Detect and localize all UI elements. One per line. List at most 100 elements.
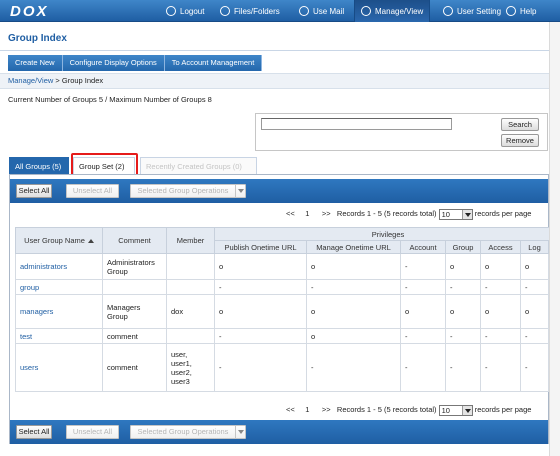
pager-bottom: << 1 >> Records 1 - 5 (5 records total) …: [286, 403, 531, 417]
manage-cell: o: [306, 328, 401, 344]
tab-all-groups[interactable]: All Groups (5): [9, 157, 69, 174]
next-page-link[interactable]: >>: [322, 209, 331, 218]
comment-cell: Administrators Group: [102, 253, 167, 280]
col-header-account: Account: [400, 240, 446, 254]
group-table: User Group Name Comment Member Privilege…: [15, 227, 560, 392]
logout-icon: [166, 6, 176, 16]
group-name-link[interactable]: group: [20, 283, 39, 292]
manage-icon: [361, 6, 371, 16]
sub-nav-bar: Create New Configure Display Options To …: [8, 55, 263, 71]
select-all-button[interactable]: Select All: [16, 184, 52, 198]
create-new-link[interactable]: Create New: [8, 55, 63, 71]
remove-button[interactable]: Remove: [501, 134, 539, 147]
col-header-privileges: Privileges: [214, 227, 560, 241]
log-cell: -: [520, 328, 549, 344]
group-count-text: Current Number of Groups 5 / Maximum Num…: [8, 95, 212, 104]
access-cell: o: [480, 294, 521, 329]
col-header-log: Log: [520, 240, 549, 254]
next-page-link[interactable]: >>: [322, 405, 331, 414]
member-cell: user, user1, user2, user3: [166, 343, 215, 392]
selected-group-operations-dropdown: Selected Group Operations: [130, 184, 246, 198]
records-summary: Records 1 - 5 (5 records total): [336, 405, 437, 414]
publish-cell: o: [214, 253, 307, 280]
access-cell: -: [480, 279, 521, 295]
unselect-all-button: Unselect All: [66, 425, 119, 439]
access-cell: -: [480, 328, 521, 344]
log-cell: -: [520, 343, 549, 392]
col-header-comment: Comment: [102, 227, 167, 254]
nav-use-mail[interactable]: Use Mail: [299, 0, 344, 22]
nav-user-setting[interactable]: User Setting: [443, 0, 501, 22]
prev-page-link[interactable]: <<: [286, 209, 295, 218]
group-name-link[interactable]: users: [20, 363, 38, 372]
chevron-down-icon: [461, 209, 472, 219]
access-cell: o: [480, 253, 521, 280]
selected-group-operations-dropdown: Selected Group Operations: [130, 425, 246, 439]
search-input[interactable]: [261, 118, 452, 130]
sort-asc-icon: [87, 239, 94, 244]
publish-cell: -: [214, 343, 307, 392]
table-row: managers Managers Group dox o o o o o o …: [15, 294, 560, 329]
col-header-manage-onetime-url: Manage Onetime URL: [306, 240, 401, 254]
nav-logout[interactable]: Logout: [166, 0, 204, 22]
nav-manage-view[interactable]: Manage/View: [354, 0, 431, 22]
vertical-scrollbar[interactable]: [549, 22, 560, 456]
highlight-box: [71, 153, 138, 176]
manage-cell: o: [306, 253, 401, 280]
member-cell: [166, 279, 215, 295]
group-ops-label: Selected Group Operations: [137, 427, 229, 436]
search-button[interactable]: Search: [501, 118, 539, 131]
group-name-link[interactable]: test: [20, 332, 32, 341]
svg-text:DOX: DOX: [10, 3, 49, 18]
chevron-down-icon: [461, 405, 472, 415]
table-row: users comment user, user1, user2, user3 …: [15, 343, 560, 392]
group-cell: -: [445, 328, 481, 344]
prev-page-link[interactable]: <<: [286, 405, 295, 414]
to-account-management-link[interactable]: To Account Management: [165, 55, 263, 71]
group-name-link[interactable]: managers: [20, 307, 53, 316]
folder-icon: [220, 6, 230, 16]
nav-mail-label: Use Mail: [313, 6, 345, 16]
per-page-label: records per page: [474, 405, 532, 414]
dox-logo: DOX: [10, 3, 49, 18]
search-panel: Search Remove: [255, 113, 548, 151]
account-cell: o: [400, 294, 446, 329]
per-page-value: 10: [441, 209, 450, 219]
group-name-link[interactable]: administrators: [20, 262, 67, 271]
member-cell: [166, 328, 215, 344]
per-page-value: 10: [441, 405, 450, 415]
publish-cell: -: [214, 328, 307, 344]
nav-logout-label: Logout: [180, 6, 205, 16]
nav-manage-label: Manage/View: [375, 6, 424, 16]
col-header-user-group-name[interactable]: User Group Name: [15, 227, 103, 254]
comment-cell: comment: [102, 343, 167, 392]
member-cell: dox: [166, 294, 215, 329]
group-cell: o: [445, 294, 481, 329]
chevron-down-icon: [235, 426, 245, 438]
nav-user-label: User Setting: [457, 6, 502, 16]
nav-files-folders[interactable]: Files/Folders: [220, 0, 280, 22]
current-page: 1: [305, 405, 310, 414]
configure-display-options-link[interactable]: Configure Display Options: [63, 55, 165, 71]
nav-help[interactable]: Help: [506, 0, 536, 22]
per-page-select[interactable]: 10: [438, 208, 473, 220]
mail-icon: [299, 6, 309, 16]
account-cell: -: [400, 343, 446, 392]
user-icon: [443, 6, 453, 16]
comment-cell: comment: [102, 328, 167, 344]
group-ops-label: Selected Group Operations: [137, 186, 229, 195]
per-page-select[interactable]: 10: [438, 404, 473, 416]
pager-top: << 1 >> Records 1 - 5 (5 records total) …: [286, 207, 531, 221]
unselect-all-button: Unselect All: [66, 184, 119, 198]
publish-cell: -: [214, 279, 307, 295]
records-summary: Records 1 - 5 (5 records total): [336, 209, 437, 218]
help-icon: [506, 6, 516, 16]
manage-cell: o: [306, 294, 401, 329]
current-page: 1: [305, 209, 310, 218]
breadcrumb-manage-view-link[interactable]: Manage/View: [8, 76, 53, 85]
account-cell: -: [400, 253, 446, 280]
chevron-down-icon: [235, 185, 245, 197]
select-all-button[interactable]: Select All: [16, 425, 52, 439]
log-cell: -: [520, 279, 549, 295]
nav-files-label: Files/Folders: [234, 6, 280, 16]
